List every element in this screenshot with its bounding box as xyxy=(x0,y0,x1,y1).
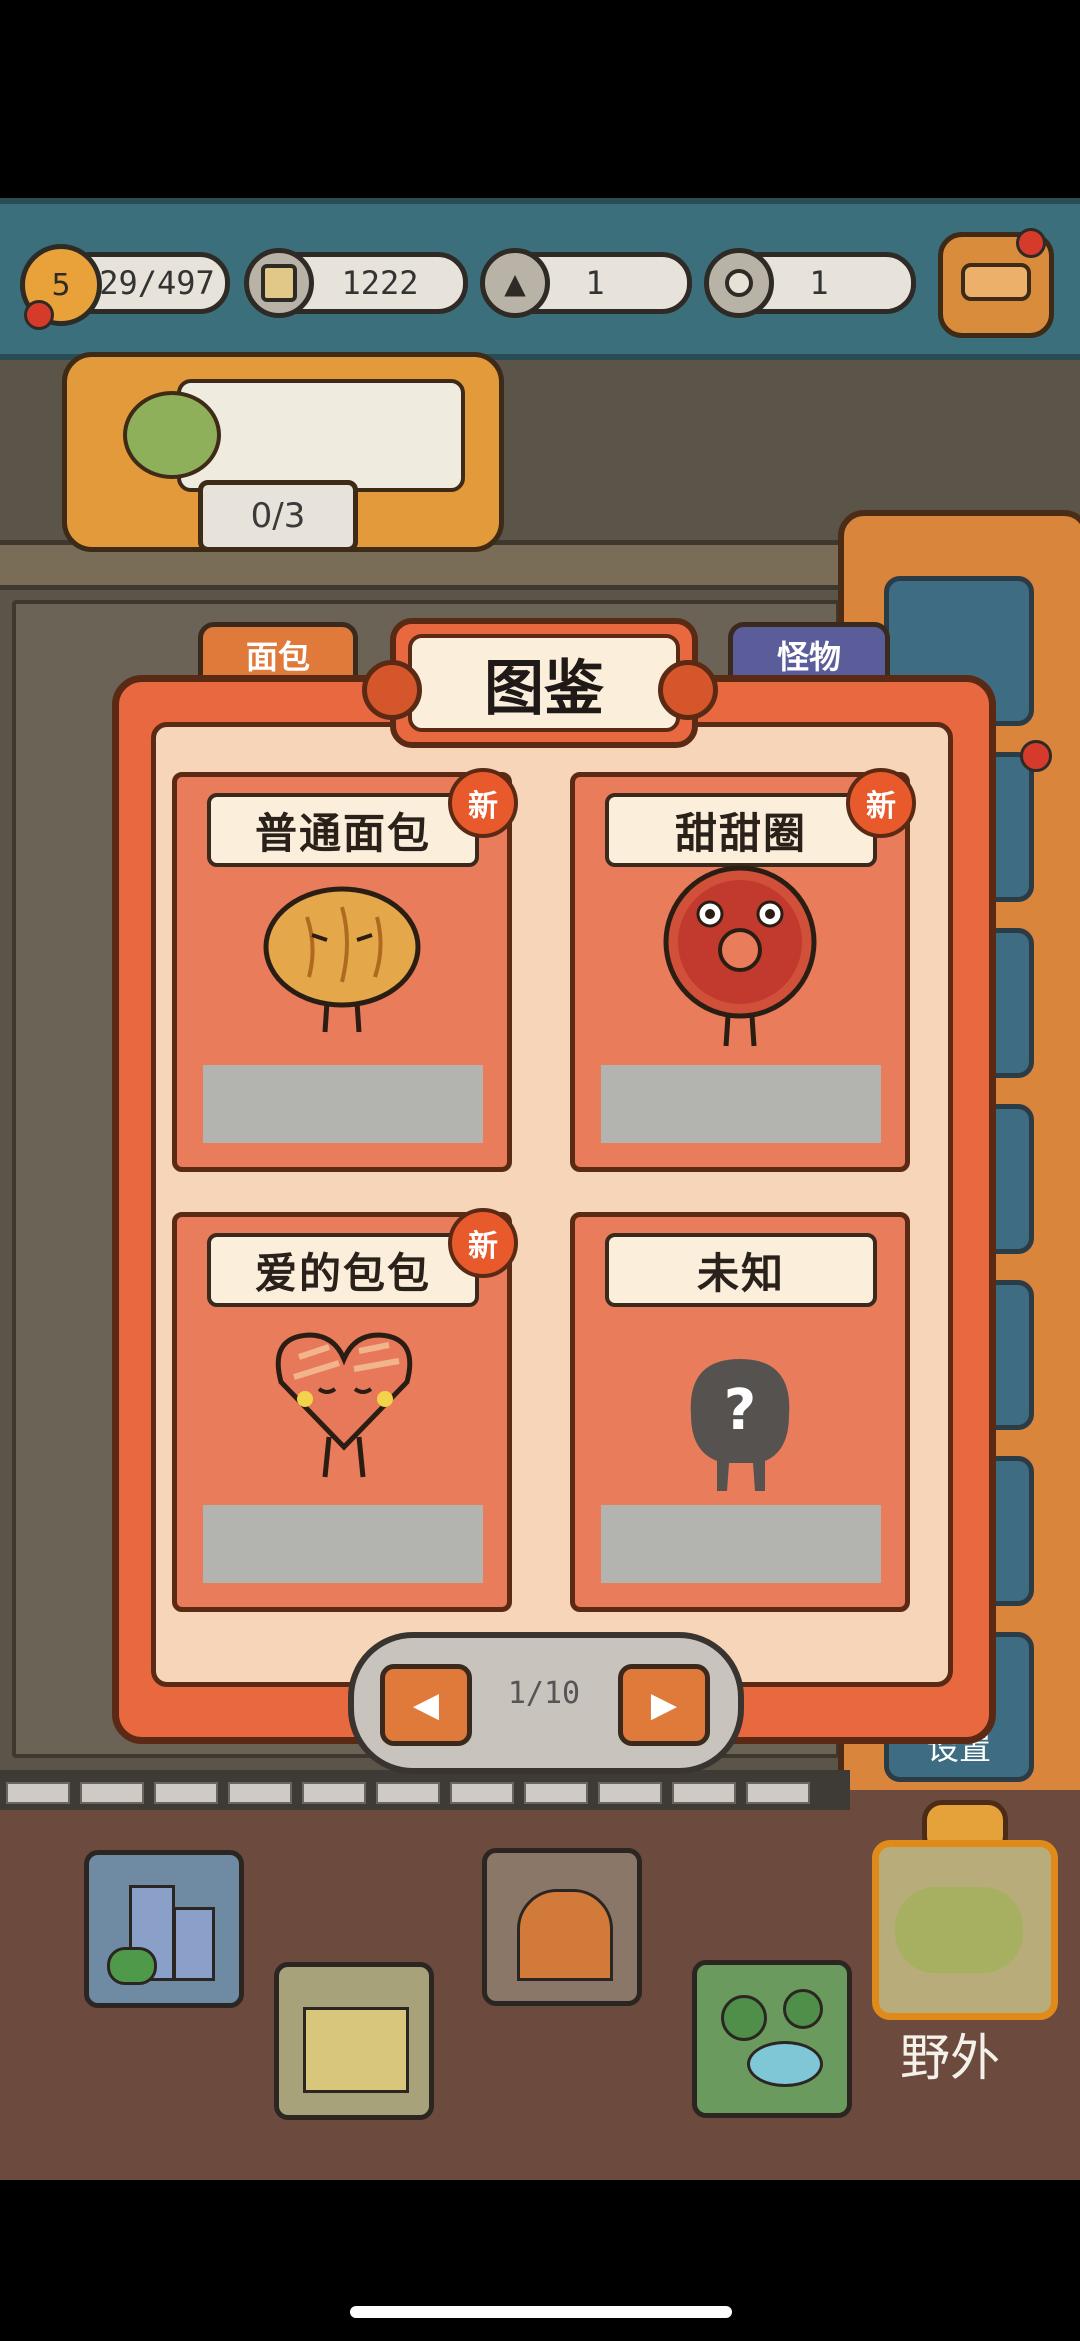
coin-icon xyxy=(244,248,314,318)
bread-loaf-icon xyxy=(263,886,421,1033)
card-description-placeholder xyxy=(203,1505,483,1583)
donut-icon xyxy=(663,865,817,1047)
page-indicator: 1/10 xyxy=(507,1676,581,1711)
card-heart-bread[interactable]: 爱的包包 xyxy=(172,1212,512,1612)
city-icon xyxy=(107,1947,157,1985)
card-unknown[interactable]: 未知 ? xyxy=(570,1212,910,1612)
wild-icon xyxy=(895,1887,1023,1973)
collection-notification-dot xyxy=(1020,740,1052,772)
triangle-text: 1 xyxy=(585,264,605,302)
new-badge-text: 新 xyxy=(468,1229,498,1264)
modal-title: 图鉴 xyxy=(484,653,604,724)
home-indicator[interactable] xyxy=(350,2306,732,2318)
bakery-nav-button[interactable] xyxy=(482,1848,642,2006)
bread-counter: 0/3 xyxy=(198,480,358,552)
pagination-control: ◀ 1/10 ▶ xyxy=(348,1632,744,1774)
new-badge-text: 新 xyxy=(468,789,498,824)
conveyor-rail xyxy=(0,1770,850,1810)
tab-bread-label: 面包 xyxy=(245,638,310,676)
card-description-placeholder xyxy=(203,1065,483,1143)
bread-counter-text: 0/3 xyxy=(250,496,306,536)
modal-title-box: 图鉴 xyxy=(390,618,698,748)
next-page-button[interactable]: ▶ xyxy=(618,1664,710,1746)
prev-arrow-icon: ◀ xyxy=(412,1685,440,1725)
city-nav-button[interactable] xyxy=(84,1850,244,2008)
card-name: 普通面包 xyxy=(254,808,431,858)
new-badge: 新 xyxy=(846,768,916,838)
unknown-icon: ? xyxy=(690,1359,790,1491)
new-badge: 新 xyxy=(448,1208,518,1278)
title-knob-right xyxy=(658,660,718,720)
wild-nav-button[interactable] xyxy=(872,1840,1058,2020)
notification-dot xyxy=(24,300,54,330)
monster-icon xyxy=(123,391,221,479)
orb-text: 1 xyxy=(809,264,829,302)
card-description-placeholder xyxy=(601,1505,881,1583)
backpack-notification-dot xyxy=(1016,228,1046,258)
svg-text:?: ? xyxy=(724,1378,756,1443)
card-name: 爱的包包 xyxy=(254,1248,431,1298)
tab-monster-label: 怪物 xyxy=(776,638,841,676)
card-description-placeholder xyxy=(601,1065,881,1143)
next-arrow-icon: ▶ xyxy=(650,1685,678,1725)
new-badge-text: 新 xyxy=(866,789,896,824)
new-badge: 新 xyxy=(448,768,518,838)
triangle-resource-icon: ▲ xyxy=(480,248,550,318)
orb-resource-icon xyxy=(704,248,774,318)
factory-nav-button[interactable] xyxy=(274,1962,434,2120)
card-name: 甜甜圈 xyxy=(674,808,807,858)
card-bread-1[interactable]: 普通面包 xyxy=(172,772,512,1172)
heart-bread-icon xyxy=(275,1332,413,1478)
wild-label: 野外 xyxy=(900,2029,1000,2087)
prev-page-button[interactable]: ◀ xyxy=(380,1664,472,1746)
title-knob-left xyxy=(362,660,422,720)
card-donut[interactable]: 甜甜圈 xyxy=(570,772,910,1172)
coin-text: 1222 xyxy=(341,264,419,302)
factory-icon xyxy=(303,2007,409,2093)
park-nav-button[interactable] xyxy=(692,1960,852,2118)
level-text: 5 xyxy=(51,267,71,303)
bakery-icon xyxy=(517,1889,613,1981)
park-icon xyxy=(747,2041,823,2087)
card-name: 未知 xyxy=(696,1248,785,1298)
